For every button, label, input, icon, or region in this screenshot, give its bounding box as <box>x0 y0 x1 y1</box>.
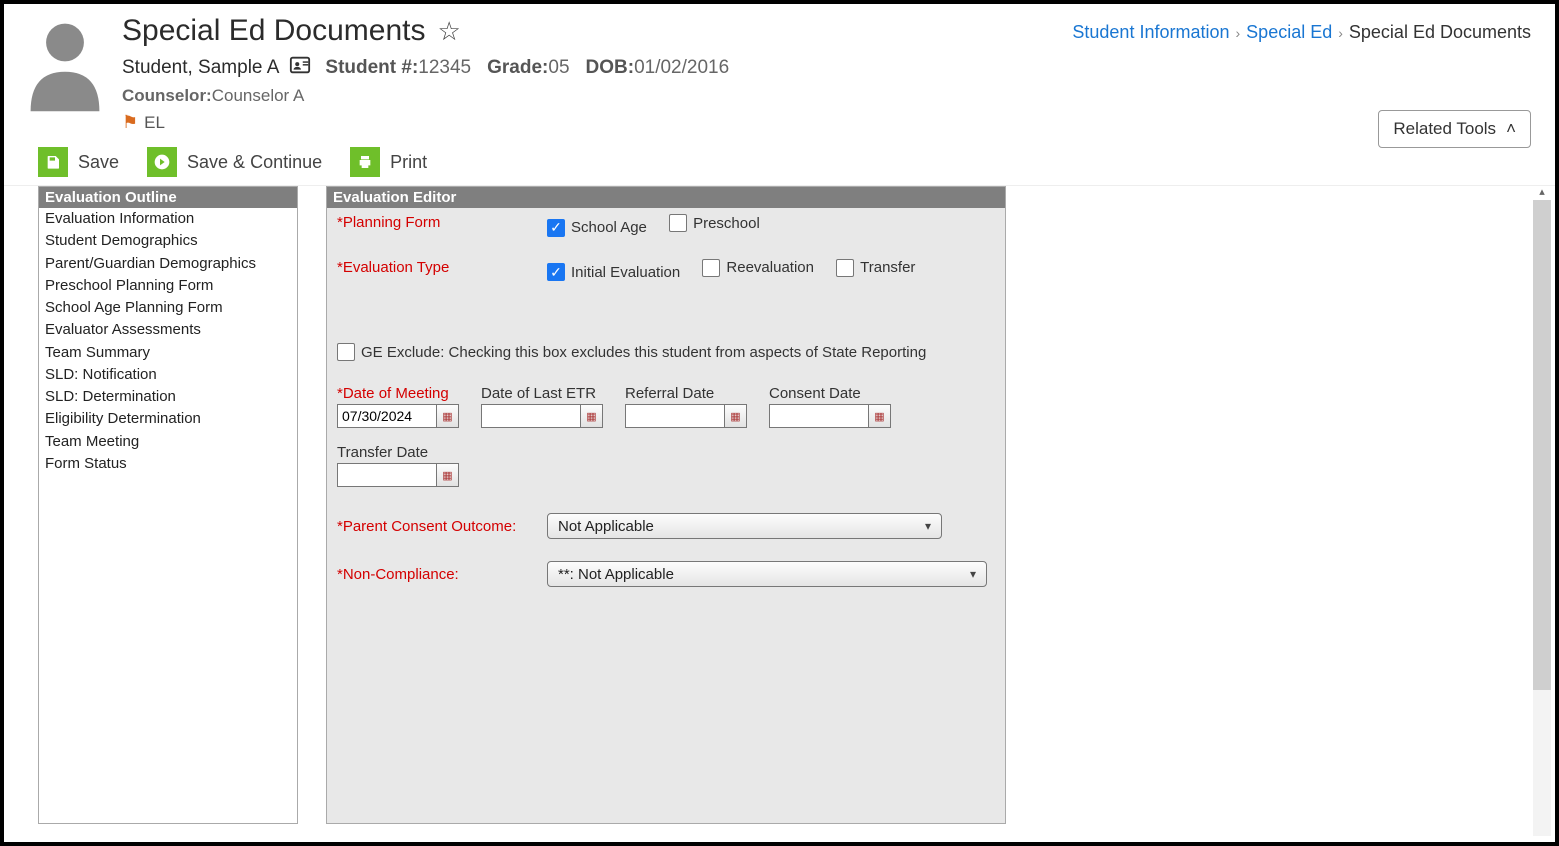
student-name: Student, Sample A <box>122 57 279 79</box>
reevaluation-checkbox[interactable]: Reevaluation <box>702 259 814 277</box>
scrollbar[interactable]: ▴ <box>1533 200 1551 836</box>
evaluation-outline-panel: Evaluation Outline Evaluation Informatio… <box>38 186 298 824</box>
outline-item[interactable]: Preschool Planning Form <box>39 275 297 297</box>
ge-exclude-label: GE Exclude: Checking this box excludes t… <box>361 344 926 361</box>
outline-header: Evaluation Outline <box>39 187 297 208</box>
check-icon: ✓ <box>547 219 565 237</box>
preschool-checkbox[interactable]: Preschool <box>669 214 760 232</box>
initial-evaluation-checkbox[interactable]: ✓Initial Evaluation <box>547 263 680 281</box>
avatar <box>22 14 108 114</box>
transfer-date-input[interactable] <box>337 463 437 487</box>
save-continue-label: Save & Continue <box>187 152 322 173</box>
save-continue-button[interactable]: Save & Continue <box>147 147 322 177</box>
save-icon <box>38 147 68 177</box>
breadcrumb: Student Information › Special Ed › Speci… <box>1072 22 1531 43</box>
chevron-right-icon: › <box>1236 25 1241 41</box>
chevron-up-icon: ˄ <box>1506 119 1516 139</box>
related-tools-button[interactable]: Related Tools ˄ <box>1378 110 1531 148</box>
print-label: Print <box>390 152 427 173</box>
transfer-checkbox[interactable]: Transfer <box>836 259 915 277</box>
grade-label: Grade: <box>487 57 548 79</box>
consent-date-label: Consent Date <box>769 385 891 402</box>
print-icon <box>350 147 380 177</box>
outline-item[interactable]: SLD: Determination <box>39 386 297 408</box>
outline-item[interactable]: Team Summary <box>39 342 297 364</box>
check-icon: ✓ <box>547 263 565 281</box>
calendar-icon[interactable]: ▦ <box>725 404 747 428</box>
outline-item[interactable]: Eligibility Determination <box>39 408 297 430</box>
id-card-icon[interactable] <box>289 54 311 82</box>
evaluation-editor-panel: Evaluation Editor *Planning Form ✓School… <box>326 186 1006 824</box>
counselor-value: Counselor A <box>212 86 305 105</box>
favorite-star-icon[interactable]: ☆ <box>438 16 461 47</box>
date-last-etr-label: Date of Last ETR <box>481 385 603 402</box>
planning-form-label: *Planning Form <box>337 214 547 231</box>
school-age-checkbox[interactable]: ✓School Age <box>547 219 647 237</box>
breadcrumb-current: Special Ed Documents <box>1349 22 1531 43</box>
checkbox-icon <box>337 343 355 361</box>
date-last-etr-input[interactable] <box>481 404 581 428</box>
outline-item[interactable]: Parent/Guardian Demographics <box>39 253 297 275</box>
consent-date-input[interactable] <box>769 404 869 428</box>
related-tools-label: Related Tools <box>1393 119 1496 139</box>
outline-item[interactable]: Evaluation Information <box>39 208 297 230</box>
dob-value: 01/02/2016 <box>634 57 729 79</box>
flag-label: EL <box>144 113 165 133</box>
ge-exclude-checkbox[interactable]: GE Exclude: Checking this box excludes t… <box>337 343 926 361</box>
flag-icon[interactable]: ⚑ <box>122 112 138 133</box>
referral-date-input[interactable] <box>625 404 725 428</box>
referral-date-label: Referral Date <box>625 385 747 402</box>
parent-consent-outcome-label: *Parent Consent Outcome: <box>337 518 547 535</box>
outline-item[interactable]: Form Status <box>39 453 297 475</box>
calendar-icon[interactable]: ▦ <box>437 404 459 428</box>
page-title: Special Ed Documents <box>122 14 426 48</box>
editor-header: Evaluation Editor <box>327 187 1005 208</box>
student-number: 12345 <box>418 57 471 79</box>
date-of-meeting-label: *Date of Meeting <box>337 385 459 402</box>
outline-item[interactable]: School Age Planning Form <box>39 297 297 319</box>
grade-value: 05 <box>548 57 569 79</box>
date-of-meeting-input[interactable] <box>337 404 437 428</box>
dob-label: DOB: <box>586 57 635 79</box>
breadcrumb-student-info[interactable]: Student Information <box>1072 22 1229 43</box>
student-number-label: Student #: <box>325 57 418 79</box>
chevron-down-icon: ▾ <box>925 519 931 533</box>
calendar-icon[interactable]: ▦ <box>869 404 891 428</box>
calendar-icon[interactable]: ▦ <box>437 463 459 487</box>
scroll-up-icon[interactable]: ▴ <box>1533 182 1551 200</box>
chevron-down-icon: ▾ <box>970 567 976 581</box>
non-compliance-label: *Non-Compliance: <box>337 566 547 583</box>
save-label: Save <box>78 152 119 173</box>
print-button[interactable]: Print <box>350 147 427 177</box>
outline-item[interactable]: Evaluator Assessments <box>39 319 297 341</box>
checkbox-icon <box>836 259 854 277</box>
save-button[interactable]: Save <box>38 147 119 177</box>
counselor-label: Counselor: <box>122 86 212 105</box>
parent-consent-outcome-select[interactable]: Not Applicable ▾ <box>547 513 942 539</box>
outline-item[interactable]: Student Demographics <box>39 230 297 252</box>
arrow-right-icon <box>147 147 177 177</box>
scroll-thumb[interactable] <box>1533 200 1551 690</box>
outline-item[interactable]: SLD: Notification <box>39 364 297 386</box>
chevron-right-icon: › <box>1338 25 1343 41</box>
breadcrumb-special-ed[interactable]: Special Ed <box>1246 22 1332 43</box>
checkbox-icon <box>702 259 720 277</box>
outline-item[interactable]: Team Meeting <box>39 431 297 453</box>
non-compliance-select[interactable]: **: Not Applicable ▾ <box>547 561 987 587</box>
transfer-date-label: Transfer Date <box>337 444 459 461</box>
checkbox-icon <box>669 214 687 232</box>
evaluation-type-label: *Evaluation Type <box>337 259 547 276</box>
calendar-icon[interactable]: ▦ <box>581 404 603 428</box>
